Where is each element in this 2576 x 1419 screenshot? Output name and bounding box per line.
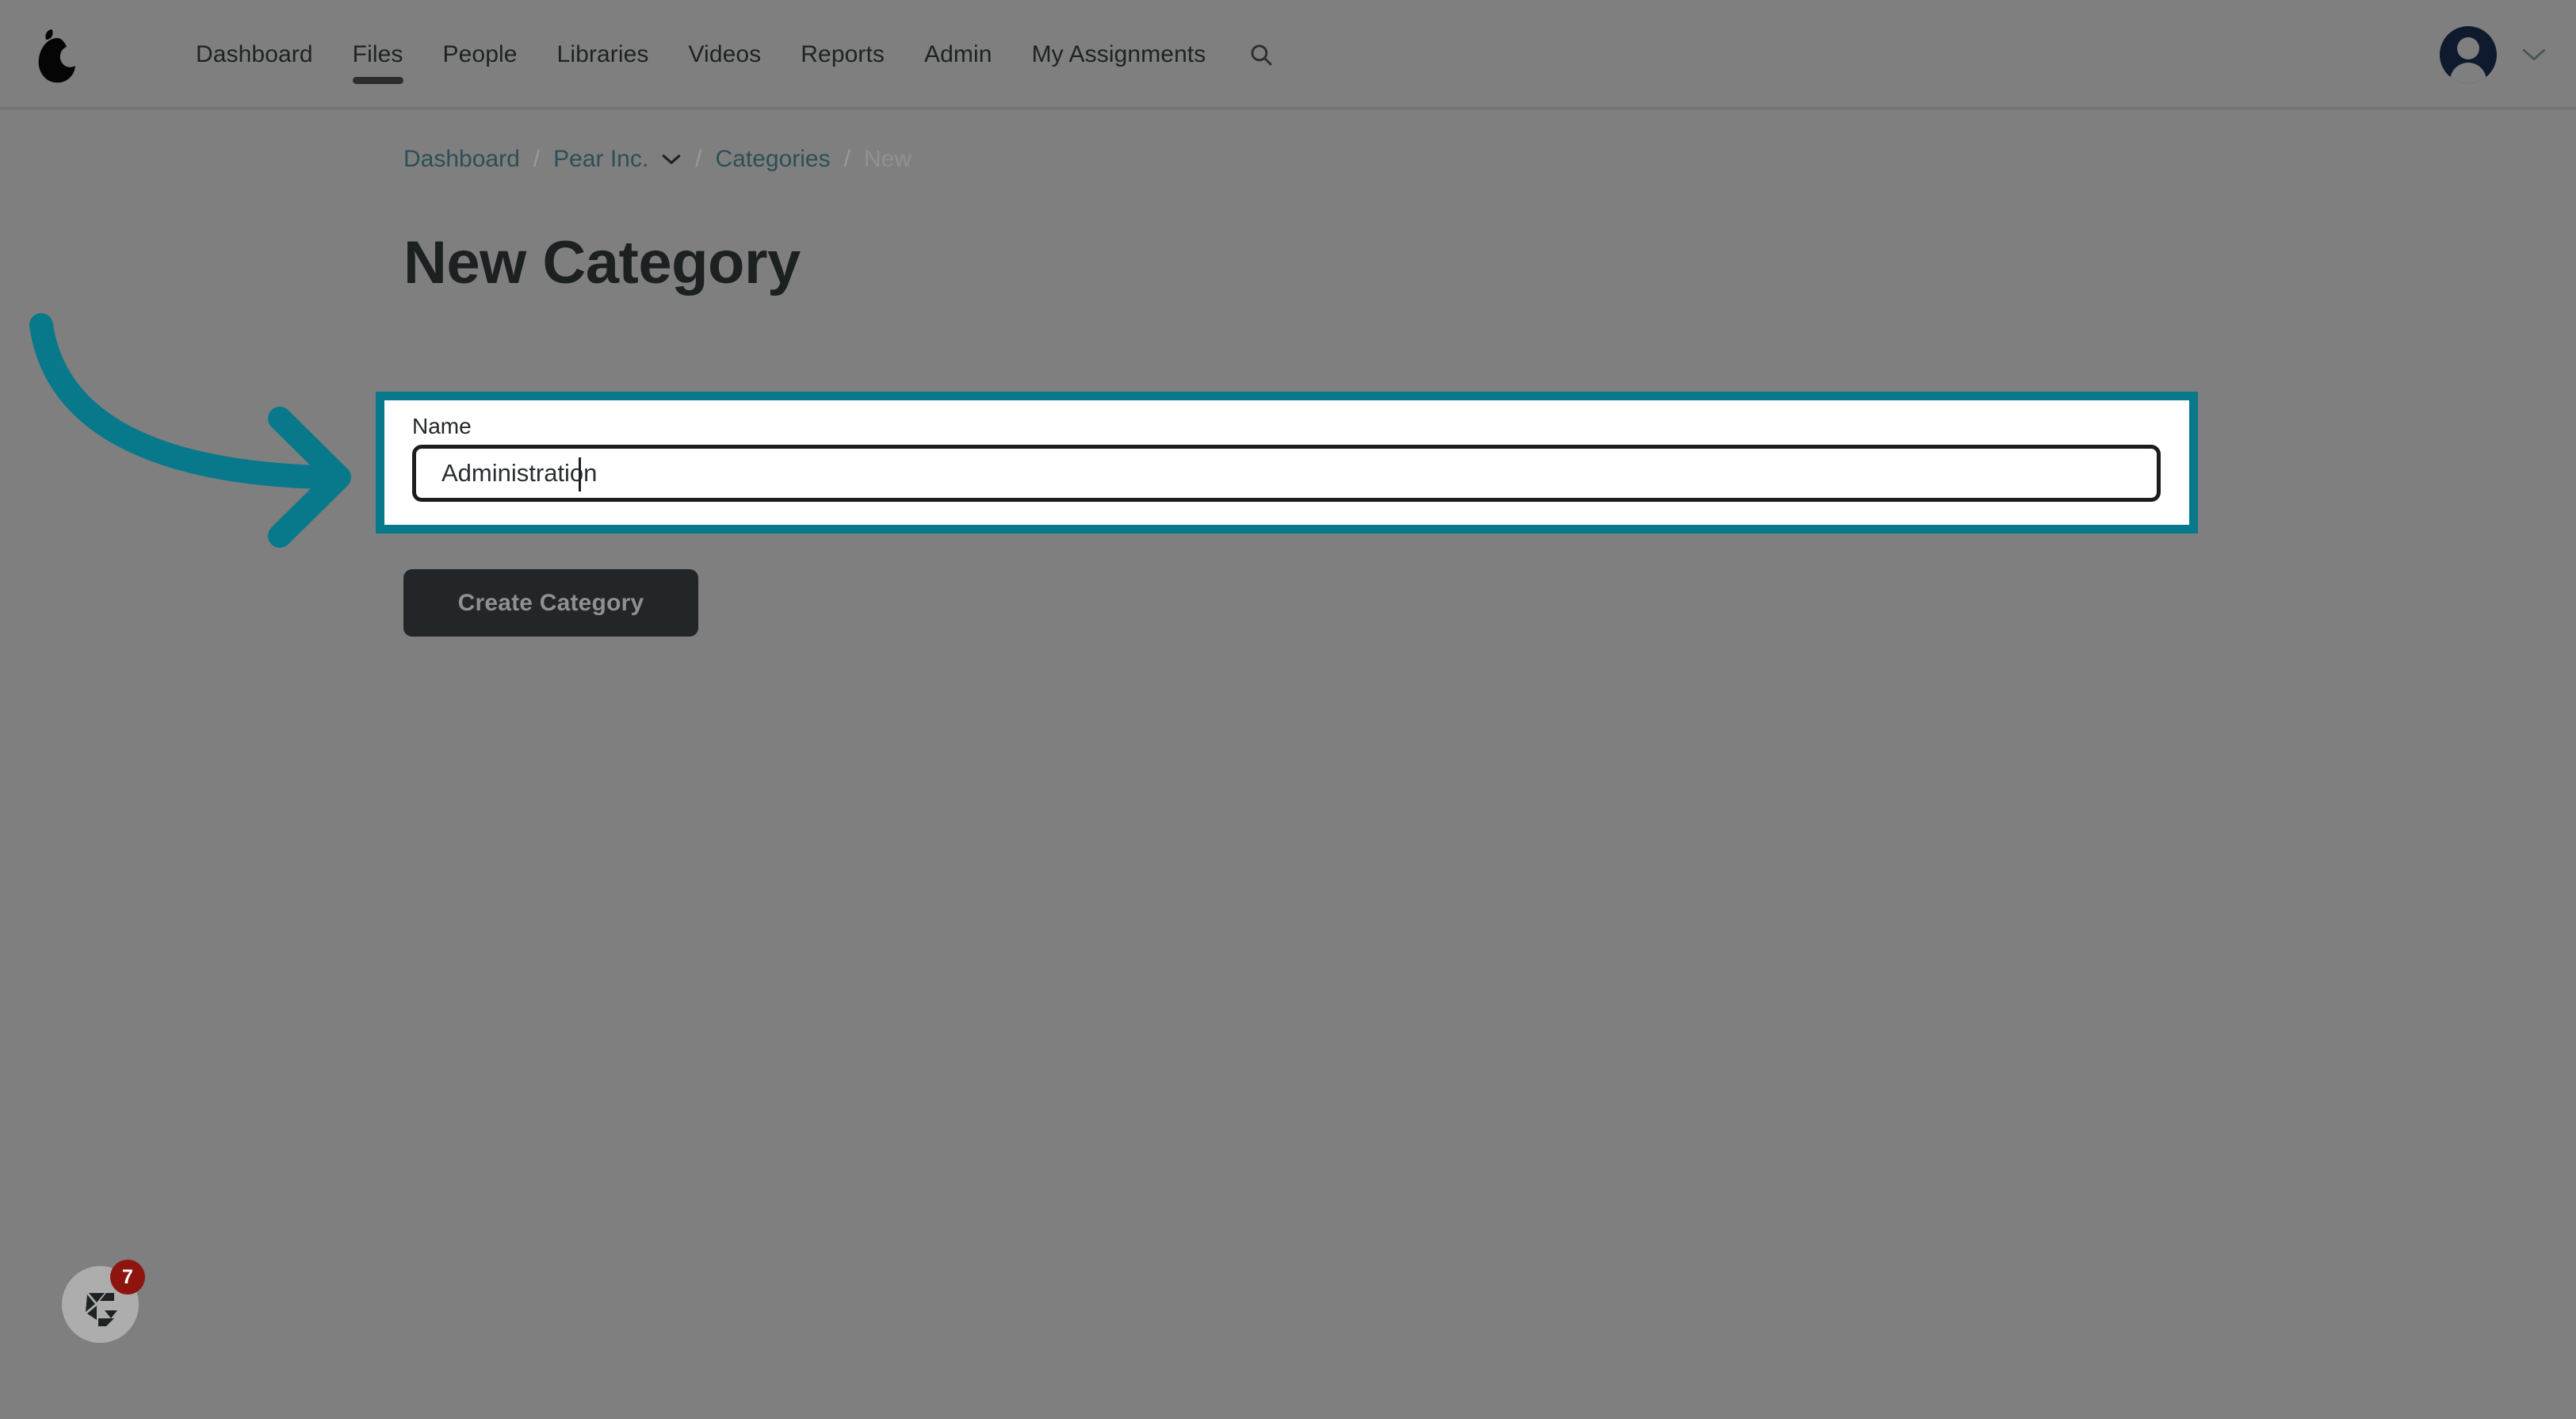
avatar-body-shape (2450, 63, 2486, 83)
user-avatar-icon[interactable] (2440, 26, 2497, 83)
avatar-head-shape (2457, 37, 2479, 59)
main-navigation: Dashboard Files People Libraries Videos … (176, 0, 1297, 109)
nav-item-libraries[interactable]: Libraries (537, 0, 669, 109)
curved-arrow-right-icon (16, 293, 357, 555)
breadcrumb-item-categories[interactable]: Categories (716, 146, 831, 173)
nav-label: Dashboard (196, 41, 313, 67)
nav-item-reports[interactable]: Reports (781, 0, 904, 109)
breadcrumb-item-pear-inc[interactable]: Pear Inc. (553, 146, 648, 173)
help-widget-button[interactable]: 7 (62, 1260, 145, 1343)
nav-label: Files (352, 41, 403, 67)
nav-label: People (442, 41, 518, 67)
arrow-annotation-svg (29, 313, 351, 548)
nav-item-files[interactable]: Files (333, 0, 423, 109)
nav-item-people[interactable]: People (423, 0, 537, 109)
account-menu[interactable] (2440, 0, 2547, 109)
search-glass-svg (1251, 44, 1272, 66)
nav-item-dashboard[interactable]: Dashboard (176, 0, 333, 109)
nav-label: Reports (801, 41, 885, 67)
breadcrumb-separator: / (695, 146, 702, 172)
breadcrumb-item-new: New (863, 146, 912, 172)
name-field-label: Name (412, 414, 472, 438)
top-header-bar: Dashboard Files People Libraries Videos … (0, 0, 2576, 109)
pear-logo-icon[interactable] (27, 24, 86, 87)
breadcrumb: Dashboard / Pear Inc. / Categories / New (403, 146, 912, 173)
breadcrumb-separator: / (533, 146, 541, 172)
nav-label: My Assignments (1031, 41, 1206, 67)
nav-item-admin[interactable]: Admin (904, 0, 1012, 109)
breadcrumb-chevron-down-icon[interactable] (661, 153, 682, 166)
nav-item-videos[interactable]: Videos (668, 0, 781, 109)
chevron-down-icon[interactable] (2521, 47, 2547, 63)
text-cursor (579, 457, 581, 491)
nav-label: Libraries (556, 41, 649, 67)
nav-label: Videos (688, 41, 762, 67)
name-field-highlight-box: Name (376, 392, 2198, 534)
breadcrumb-item-dashboard[interactable]: Dashboard (403, 146, 520, 173)
name-input[interactable] (412, 445, 2161, 502)
search-icon[interactable] (1225, 0, 1297, 109)
chevron-down-svg (662, 155, 681, 164)
nav-label: Admin (924, 41, 992, 67)
pear-logo-svg (38, 29, 75, 83)
create-category-button[interactable]: Create Category (403, 569, 698, 637)
page-title: New Category (403, 229, 801, 296)
widget-notification-badge: 7 (110, 1260, 145, 1295)
nav-item-my-assignments[interactable]: My Assignments (1012, 0, 1226, 109)
breadcrumb-separator: / (843, 146, 850, 172)
